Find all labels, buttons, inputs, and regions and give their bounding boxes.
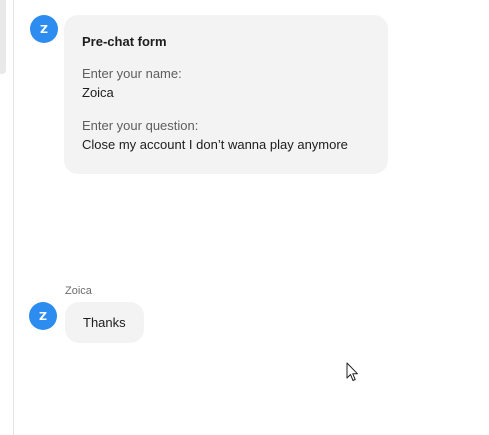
chat-message-bubble: Thanks bbox=[65, 302, 144, 343]
message-sender-name: Zoica bbox=[65, 285, 92, 297]
field-label: Enter your question: bbox=[82, 118, 199, 133]
sidebar-scrollbar[interactable] bbox=[0, 0, 6, 74]
panel-divider bbox=[13, 0, 14, 435]
field-value: Close my account I don’t wanna play anym… bbox=[82, 137, 348, 152]
field-value: Zoica bbox=[82, 85, 114, 100]
field-label: Enter your name: bbox=[82, 66, 182, 81]
mouse-pointer-icon bbox=[346, 362, 358, 381]
pre-chat-form-card: Pre-chat form Enter your name: Zoica Ent… bbox=[64, 15, 388, 174]
form-field-name: Enter your name: Zoica bbox=[82, 66, 370, 101]
avatar: Z bbox=[30, 15, 58, 43]
form-title: Pre-chat form bbox=[82, 34, 167, 49]
avatar: Z bbox=[29, 302, 57, 330]
form-field-question: Enter your question: Close my account I … bbox=[82, 118, 370, 153]
